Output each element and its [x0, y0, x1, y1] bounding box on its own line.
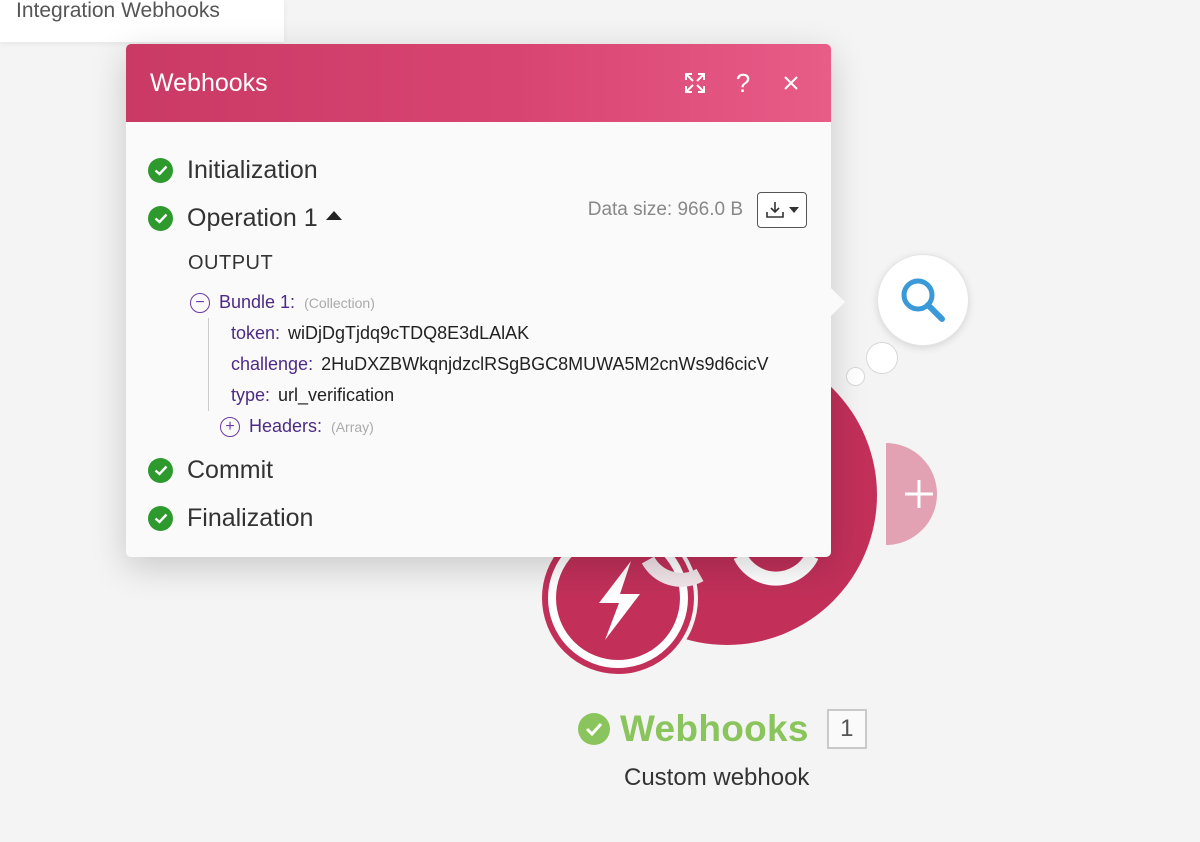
- search-results-bubble[interactable]: [877, 254, 969, 346]
- collapse-caret-icon[interactable]: [325, 210, 342, 220]
- popup-body: Initialization Operation 1 OUTPUT − Bund…: [126, 122, 831, 542]
- bundle-type: (Collection): [304, 294, 375, 311]
- check-circle-icon: [148, 457, 173, 483]
- field-key: type:: [231, 385, 271, 405]
- module-id-badge: 1: [826, 709, 867, 749]
- success-check-icon: [578, 713, 610, 745]
- download-icon: [766, 202, 784, 218]
- download-dropdown-button[interactable]: [757, 192, 807, 228]
- headers-row[interactable]: + Headers: (Array): [220, 411, 809, 442]
- field-value: 2HuDXZBWkqnjdzclRSgBGC8MUWA5M2cnWs9d6cic…: [321, 354, 769, 374]
- module-name[interactable]: Webhooks: [620, 708, 809, 750]
- popup-title: Webhooks: [150, 68, 268, 97]
- module-label: Webhooks 1: [578, 708, 867, 750]
- collapse-minus-icon[interactable]: −: [190, 292, 210, 313]
- expand-icon: [685, 73, 705, 93]
- check-circle-icon: [148, 157, 173, 183]
- popup-header: Webhooks ?: [126, 44, 831, 122]
- field-row: challenge: 2HuDXZBWkqnjdzclRSgBGC8MUWA5M…: [231, 349, 809, 380]
- close-icon: [784, 76, 798, 90]
- help-button[interactable]: ?: [727, 67, 759, 99]
- check-circle-icon: [148, 505, 173, 531]
- output-heading: OUTPUT: [188, 252, 274, 274]
- field-key: challenge:: [231, 354, 314, 374]
- bundle-row[interactable]: − Bundle 1: (Collection): [190, 287, 809, 318]
- expand-plus-icon[interactable]: +: [220, 416, 240, 437]
- stage-label: Commit: [187, 455, 274, 484]
- help-icon: ?: [735, 67, 751, 98]
- data-size-area: Data size: 966.0 B: [588, 192, 807, 228]
- stage-label: Operation 1: [187, 203, 318, 232]
- check-circle-icon: [148, 205, 173, 231]
- chevron-down-icon: [789, 207, 799, 213]
- search-icon: [901, 278, 945, 322]
- stage-commit[interactable]: Commit: [148, 446, 809, 494]
- field-row: type: url_verification: [231, 380, 809, 411]
- field-value: url_verification: [278, 385, 395, 405]
- stage-initialization[interactable]: Initialization: [148, 146, 809, 194]
- headers-label: Headers:: [249, 416, 323, 436]
- stage-label: Initialization: [187, 155, 318, 184]
- module-subtitle: Custom webhook: [624, 764, 810, 791]
- stage-label: Finalization: [187, 503, 314, 532]
- headers-type: (Array): [331, 418, 374, 435]
- bundle-inspector-popup: Webhooks ? Initialization Operation 1 OU…: [126, 44, 845, 557]
- stage-finalization[interactable]: Finalization: [148, 494, 809, 542]
- bundle-children: token: wiDjDgTjdq9cTDQ8E3dLAlAK challeng…: [208, 318, 809, 411]
- bundle-label: Bundle 1:: [219, 292, 296, 312]
- thought-dot-small: [846, 367, 865, 386]
- close-button[interactable]: [775, 67, 807, 99]
- field-row: token: wiDjDgTjdq9cTDQ8E3dLAlAK: [231, 318, 809, 349]
- data-size-text: Data size: 966.0 B: [587, 199, 743, 220]
- output-tree: − Bundle 1: (Collection) token: wiDjDgTj…: [190, 287, 809, 442]
- expand-button[interactable]: [679, 67, 711, 99]
- field-value: wiDjDgTjdq9cTDQ8E3dLAlAK: [288, 323, 530, 343]
- thought-dot-large: [866, 342, 898, 374]
- field-key: token:: [231, 323, 281, 343]
